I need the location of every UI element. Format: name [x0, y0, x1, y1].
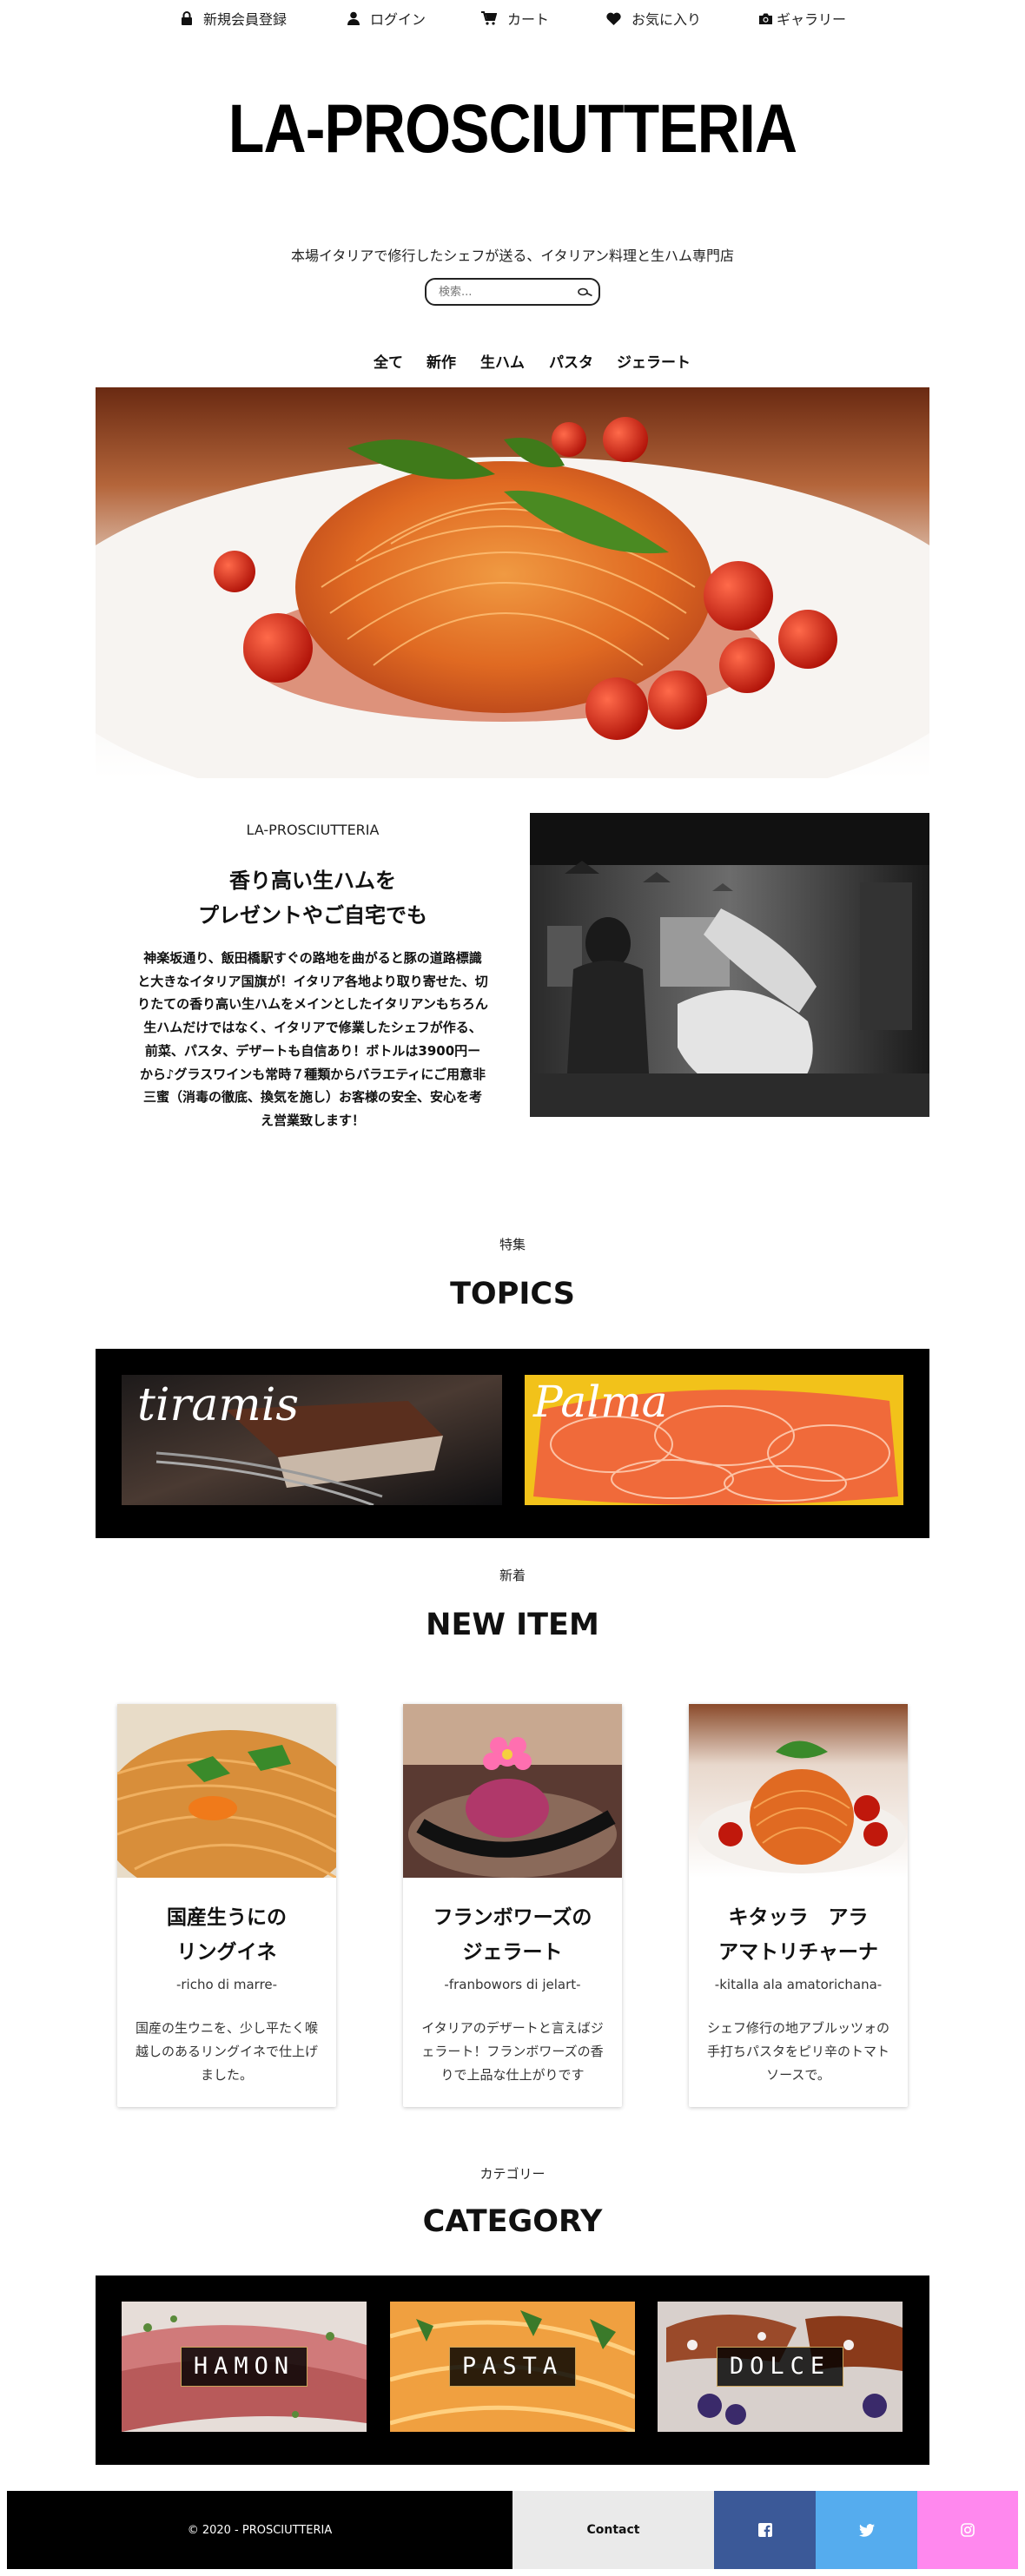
instagram-icon — [961, 2523, 975, 2537]
topics-heading: TOPICS — [450, 1277, 575, 1311]
user-icon — [347, 11, 360, 25]
product-description: シェフ修行の地アブルッツォの手打ちパスタをピリ辛のトマトソースで。 — [706, 2020, 889, 2083]
new-items-label: 新着 — [499, 1568, 526, 1583]
product-title: フランボワーズの ジェラート — [403, 1900, 622, 1970]
catnav-ham[interactable]: 生ハム — [480, 350, 525, 374]
gallery-link[interactable]: ギャラリー — [758, 7, 846, 30]
contact-label: Contact — [586, 2523, 640, 2537]
product-description: イタリアのデザートと言えばジェラート！フランボワーズの香りで上品な仕上がりです — [421, 2020, 604, 2083]
search-icon[interactable] — [576, 286, 595, 298]
camera-icon — [759, 13, 772, 24]
topic-banner1-text: tiramis — [137, 1379, 299, 1431]
facebook-button[interactable] — [714, 2491, 816, 2569]
catnav-gelato[interactable]: ジェラート — [617, 350, 691, 374]
product-title-line2: アマトリチャーナ — [718, 1941, 878, 1964]
category-label-pasta: PASTA — [449, 2347, 576, 2387]
catnav-all[interactable]: 全て — [374, 350, 403, 374]
site-tagline: 本場イタリアで修行したシェフが送る、イタリアン料理と生ハム専門店 — [290, 248, 735, 264]
product-image — [117, 1704, 336, 1878]
product-card[interactable]: フランボワーズの ジェラート -franbowors di jelart- イタ… — [403, 1704, 622, 2107]
register-label: 新規会員登録 — [203, 11, 288, 28]
instagram-button[interactable] — [917, 2491, 1018, 2569]
topic-banner-palma[interactable]: Palma — [525, 1375, 903, 1505]
about-heading: 香り高い生ハムを プレゼントやご自宅でも — [96, 863, 530, 933]
twitter-button[interactable] — [816, 2491, 917, 2569]
product-title-line2: リングイネ — [176, 1941, 277, 1964]
about-heading-line2: プレゼントやご自宅でも — [198, 903, 427, 928]
register-link[interactable]: 新規会員登録 — [181, 7, 287, 30]
category-tile-pasta[interactable]: PASTA — [390, 2302, 635, 2432]
contact-button[interactable]: Contact — [512, 2491, 714, 2569]
product-title: キタッラ アラ アマトリチャーナ — [689, 1900, 908, 1970]
category-label-dolce: DOLCE — [717, 2347, 843, 2387]
cart-link[interactable]: カート — [481, 7, 549, 30]
cart-icon — [481, 11, 497, 25]
product-image — [689, 1704, 908, 1878]
topics-label: 特集 — [499, 1237, 526, 1252]
product-subtitle: -richo di marre- — [175, 1977, 278, 1992]
favorites-label: お気に入り — [632, 11, 702, 28]
lock-icon — [182, 11, 192, 25]
topics-panel: tiramis Palma — [96, 1349, 929, 1538]
category-heading: CATEGORY — [422, 2204, 603, 2239]
login-link[interactable]: ログイン — [347, 7, 426, 30]
product-subtitle: -kitalla ala amatorichana- — [714, 1977, 883, 1992]
catnav-pasta[interactable]: パスタ — [549, 350, 593, 374]
product-image — [403, 1704, 622, 1878]
search-input[interactable] — [425, 278, 600, 306]
topic-banner-tiramisu[interactable]: tiramis — [122, 1375, 502, 1505]
category-label-hamon: HAMON — [181, 2347, 308, 2387]
product-description: 国産の生ウニを、少し平たく喉越しのあるリングイネで仕上げました。 — [135, 2020, 318, 2083]
product-title-line1: 国産生うにの — [167, 1906, 287, 1929]
category-tile-hamon[interactable]: HAMON — [122, 2302, 367, 2432]
about-label: LA-PROSCIUTTERIA — [246, 822, 380, 838]
category-label: カテゴリー — [479, 2166, 546, 2182]
new-items-heading: NEW ITEM — [426, 1608, 599, 1642]
hero-image — [96, 387, 929, 778]
heart-icon — [606, 12, 621, 25]
cart-label: カート — [507, 11, 550, 28]
twitter-icon — [858, 2523, 875, 2537]
product-title-line2: ジェラート — [462, 1941, 563, 1964]
topic-banner2-text: Palma — [532, 1377, 667, 1427]
product-title-line1: フランボワーズの — [433, 1906, 592, 1929]
category-tile-dolce[interactable]: DOLCE — [658, 2302, 903, 2432]
top-nav: 新規会員登録 ログイン カート お気に入り ギャラリー — [0, 0, 1025, 36]
product-card[interactable]: キタッラ アラ アマトリチャーナ -kitalla ala amatoricha… — [689, 1704, 908, 2107]
restaurant-photo — [530, 813, 929, 1117]
login-label: ログイン — [370, 11, 427, 28]
product-title: 国産生うにの リングイネ — [117, 1900, 336, 1970]
favorites-link[interactable]: お気に入り — [606, 7, 701, 30]
footer-copyright-cell: © 2020 - PROSCIUTTERIA — [7, 2491, 512, 2569]
about-heading-line1: 香り高い生ハムを — [229, 869, 396, 893]
facebook-icon — [757, 2523, 772, 2537]
footer: © 2020 - PROSCIUTTERIA Contact — [7, 2491, 1018, 2569]
product-card[interactable]: 国産生うにの リングイネ -richo di marre- 国産の生ウニを、少し… — [117, 1704, 336, 2107]
product-title-line1: キタッラ アラ — [728, 1906, 869, 1929]
gallery-label: ギャラリー — [777, 11, 847, 28]
about-body: 神楽坂通り、飯田橋駅すぐの路地を曲がると豚の道路標識と大きなイタリア国旗が！イタ… — [137, 950, 488, 1128]
site-logo[interactable]: LA-PROSCIUTTERIA — [72, 94, 954, 162]
catnav-new[interactable]: 新作 — [427, 350, 456, 374]
footer-copyright: © 2020 - PROSCIUTTERIA — [187, 2523, 333, 2537]
product-subtitle: -franbowors di jelart- — [444, 1977, 581, 1992]
